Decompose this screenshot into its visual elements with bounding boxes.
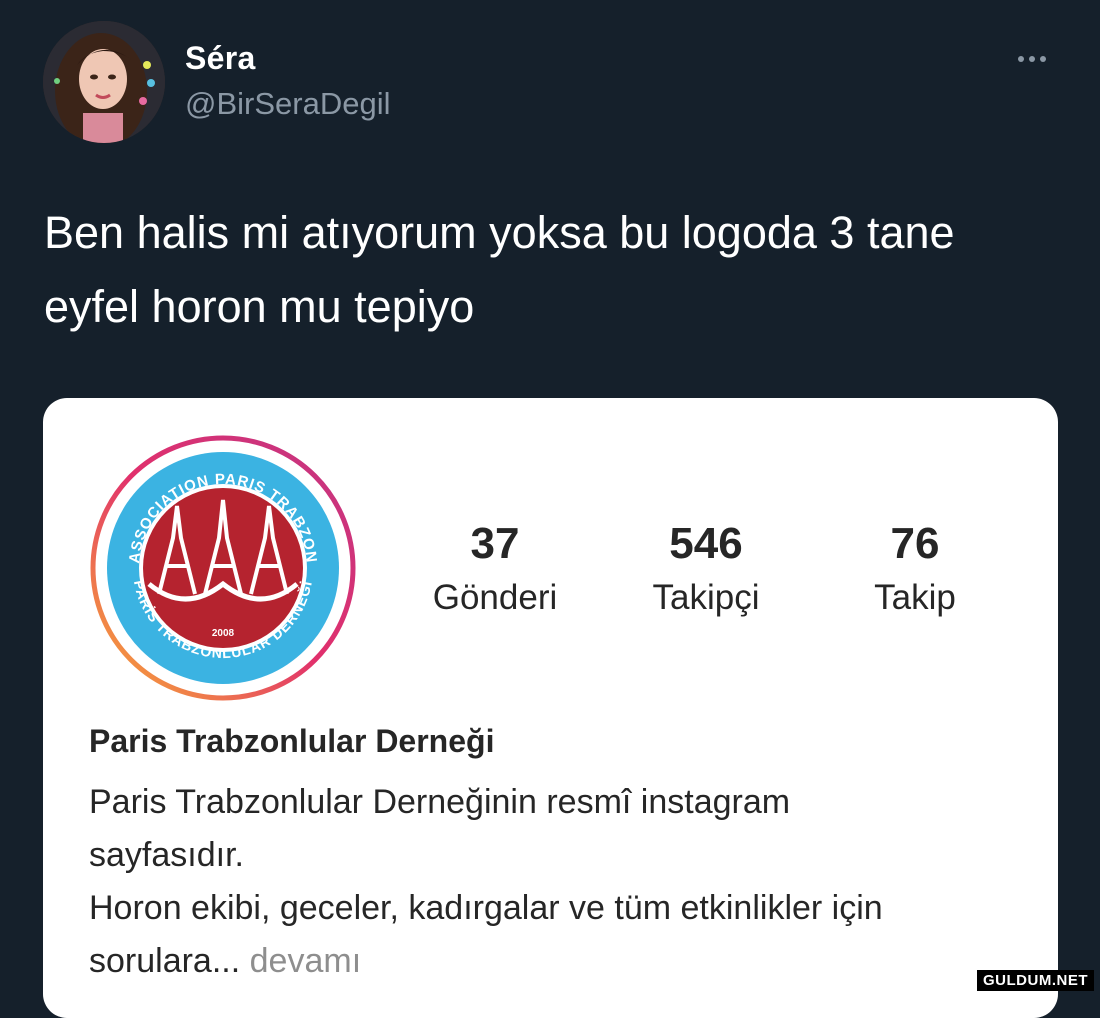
followers-label: Takipçi — [652, 578, 760, 617]
following-label: Takip — [874, 578, 956, 617]
bio-line-end: sorulara... — [89, 942, 241, 980]
display-name[interactable]: Séra — [185, 40, 256, 77]
tweet-text: Ben halis mi atıyorum yoksa bu logoda 3 … — [44, 207, 955, 332]
attached-image[interactable]: ASSOCIATION PARIS TRABZON PARİS TRABZONL… — [43, 398, 1058, 1018]
profile-stats: 37 Gönderi 546 Takipçi 76 Takip — [43, 516, 1058, 636]
username-handle[interactable]: @BirSeraDegil — [185, 86, 390, 122]
watermark: GULDUM.NET — [977, 970, 1094, 991]
more-link[interactable]: devamı — [250, 942, 362, 980]
following-stat[interactable]: 76 Takip — [815, 516, 1015, 624]
avatar-image — [43, 21, 165, 143]
following-count: 76 — [890, 519, 940, 568]
posts-stat[interactable]: 37 Gönderi — [395, 516, 595, 624]
followers-stat[interactable]: 546 Takipçi — [606, 516, 806, 624]
bio-line: sorulara... devamı — [89, 935, 1019, 988]
posts-label: Gönderi — [432, 578, 558, 617]
profile-name: Paris Trabzonlular Derneği — [89, 723, 495, 759]
bio-line: Paris Trabzonlular Derneğinin resmî inst… — [89, 783, 791, 821]
more-options-icon[interactable] — [1010, 42, 1054, 76]
followers-count: 546 — [669, 519, 743, 568]
profile-bio: Paris Trabzonlular Derneğinin resmî inst… — [89, 776, 1019, 988]
avatar[interactable] — [43, 21, 165, 143]
bio-line: sayfasıdır. — [89, 836, 244, 874]
posts-count: 37 — [470, 519, 520, 568]
bio-line: Horon ekibi, geceler, kadırgalar ve tüm … — [89, 889, 883, 927]
tweet: Séra @BirSeraDegil Ben halis mi atıyorum… — [0, 0, 1100, 1018]
